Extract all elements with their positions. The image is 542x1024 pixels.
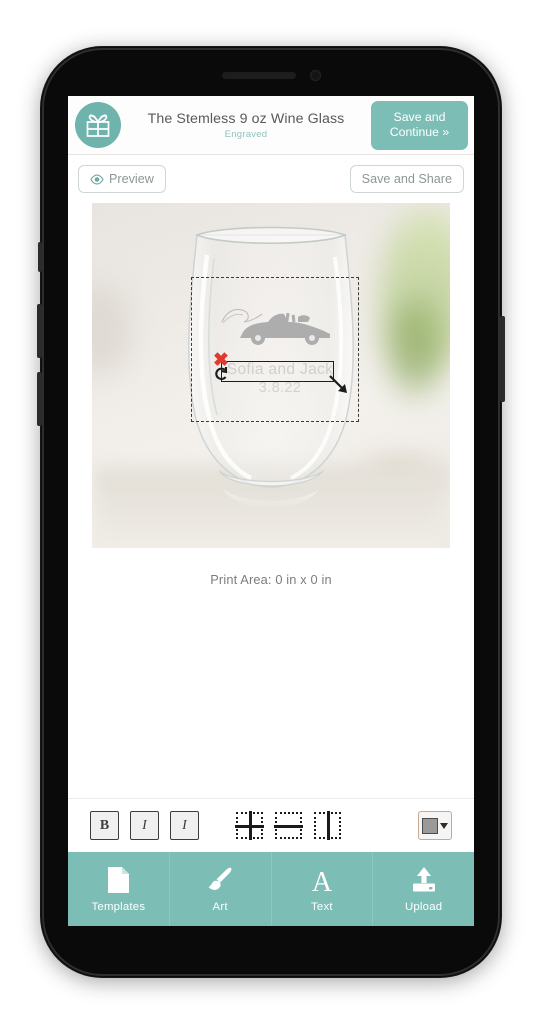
wedding-car-art[interactable] — [220, 304, 340, 348]
paintbrush-icon — [207, 866, 234, 894]
page-subtitle: Engraved — [224, 128, 268, 140]
format-toolbar: B I I — [68, 798, 474, 852]
nav-label-text: Text — [311, 900, 333, 913]
document-icon — [106, 866, 131, 894]
selected-text-object[interactable]: Sofia and Jack 3.8.22 ✖ — [213, 351, 347, 396]
save-and-share-label: Save and Share — [361, 172, 452, 186]
gift-box-icon — [75, 102, 121, 148]
alignment-group — [235, 811, 341, 840]
svg-text:A: A — [312, 867, 333, 894]
align-center-both-button[interactable] — [235, 811, 264, 840]
power-button[interactable] — [500, 316, 505, 402]
phone-notch — [186, 66, 356, 84]
bottom-navigation: Templates Art A Text Upload — [68, 852, 474, 926]
color-swatch — [422, 817, 438, 834]
app-screen: The Stemless 9 oz Wine Glass Engraved Sa… — [68, 96, 474, 926]
print-area-caption: Print Area: 0 in x 0 in — [210, 572, 332, 587]
front-camera-icon — [309, 69, 321, 81]
save-and-share-button[interactable]: Save and Share — [349, 165, 464, 193]
bold-button[interactable]: B — [90, 811, 119, 840]
nav-item-templates[interactable]: Templates — [68, 852, 170, 926]
align-center-horizontal-button[interactable] — [274, 812, 303, 839]
phone-device-frame: The Stemless 9 oz Wine Glass Engraved Sa… — [37, 46, 505, 978]
canvas-empty-space — [68, 587, 474, 798]
volume-up-button[interactable] — [37, 304, 42, 358]
background-blur-plant — [388, 299, 442, 395]
resize-object-handle[interactable] — [327, 373, 351, 397]
text-line-date: 3.8.22 — [258, 380, 302, 396]
text-line-names: Sofia and Jack — [226, 361, 334, 378]
page-title: The Stemless 9 oz Wine Glass — [147, 110, 345, 127]
text-style-group: B I I — [90, 811, 199, 840]
speaker-grille-icon — [221, 71, 296, 79]
nav-label-templates: Templates — [91, 900, 146, 913]
align-vertical-bar-icon — [249, 811, 252, 840]
nav-label-upload: Upload — [404, 900, 443, 913]
eye-icon — [90, 174, 104, 185]
app-header: The Stemless 9 oz Wine Glass Engraved Sa… — [68, 96, 474, 155]
action-bar: Preview Save and Share — [68, 155, 474, 203]
save-and-continue-button[interactable]: Save and Continue » — [371, 100, 468, 150]
align-horizontal-bar-icon — [274, 825, 303, 828]
background-blur-left — [92, 281, 132, 377]
underline-button[interactable]: I — [170, 811, 199, 840]
align-vertical-bar-icon — [327, 811, 330, 840]
volume-down-button[interactable] — [37, 372, 42, 426]
nav-label-art: Art — [212, 900, 228, 913]
print-area-boundary: Sofia and Jack 3.8.22 ✖ — [191, 277, 359, 422]
chevron-down-icon — [440, 822, 448, 829]
mute-switch-button[interactable] — [38, 242, 42, 272]
upload-arrow-icon — [410, 866, 438, 894]
rotate-object-handle[interactable] — [213, 365, 230, 382]
letter-a-icon: A — [309, 866, 335, 894]
preview-button[interactable]: Preview — [78, 165, 166, 193]
italic-button[interactable]: I — [130, 811, 159, 840]
nav-item-upload[interactable]: Upload — [373, 852, 474, 926]
nav-item-text[interactable]: A Text — [272, 852, 374, 926]
header-titles: The Stemless 9 oz Wine Glass Engraved — [121, 111, 371, 140]
align-center-vertical-button[interactable] — [314, 811, 341, 840]
preview-button-label: Preview — [109, 172, 154, 186]
nav-item-art[interactable]: Art — [170, 852, 272, 926]
design-canvas[interactable]: Sofia and Jack 3.8.22 ✖ — [92, 203, 450, 548]
color-picker-button[interactable] — [418, 811, 452, 840]
